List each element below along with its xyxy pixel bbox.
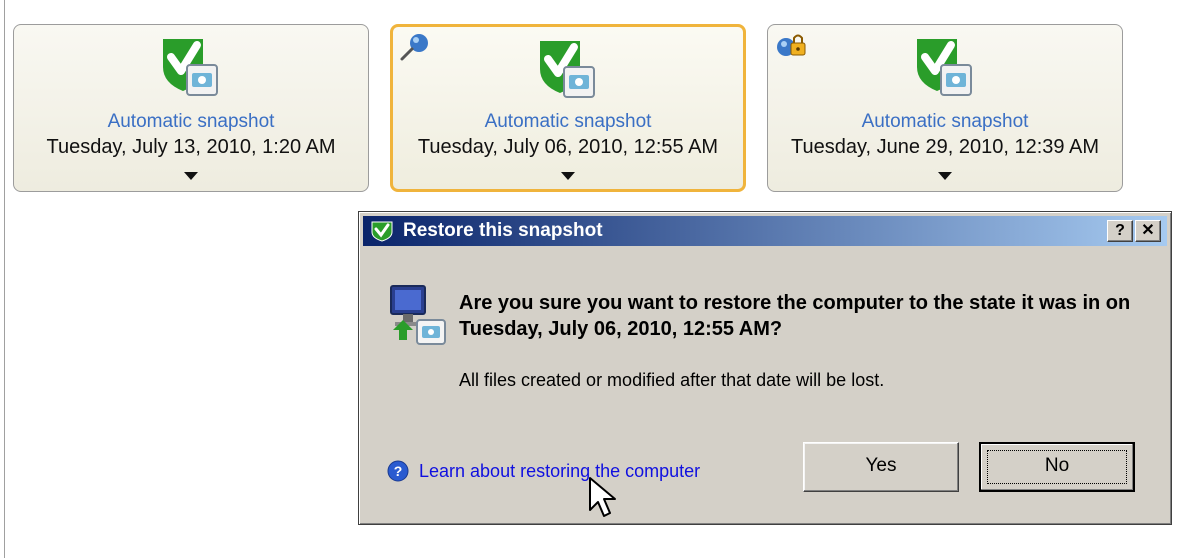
chevron-down-icon[interactable] [938,172,952,180]
snapshot-name: Automatic snapshot [107,111,275,132]
snapshot-card-2[interactable]: Automatic snapshot Tuesday, July 06, 201… [390,24,746,192]
locked-icon [777,34,806,56]
computer-restore-icon [390,285,446,345]
focus-rectangle [987,450,1127,484]
snapshot-name: Automatic snapshot [484,111,652,132]
snapshot-name: Automatic snapshot [861,111,1029,132]
yes-button[interactable]: Yes [803,442,959,492]
dialog-title: Restore this snapshot [403,220,603,241]
shield-check-icon [371,221,393,242]
no-button[interactable]: No [979,442,1135,492]
restore-dialog: Restore this snapshot ? ✕ Are you sure y… [358,211,1172,525]
learn-more-label: Learn about restoring the computer [419,460,701,481]
chevron-down-icon[interactable] [561,172,575,180]
snapshot-card-1[interactable]: Automatic snapshot Tuesday, July 13, 201… [13,24,369,192]
warning-text: All files created or modified after that… [459,370,885,390]
help-icon: ? [387,460,409,482]
pin-icon [400,34,428,61]
dialog-titlebar[interactable]: Restore this snapshot ? ✕ [363,216,1167,246]
snapshot-date: Tuesday, June 29, 2010, 12:39 AM [791,136,1099,158]
svg-text:?: ? [394,463,403,479]
shield-check-icon [540,41,595,98]
mouse-pointer-icon [589,477,616,517]
chevron-down-icon[interactable] [184,172,198,180]
snapshot-date: Tuesday, July 13, 2010, 1:20 AM [46,136,336,158]
learn-more-link[interactable]: ? Learn about restoring the computer [387,457,700,485]
help-button[interactable]: ? [1107,220,1133,242]
snapshot-card-3[interactable]: Automatic snapshot Tuesday, June 29, 201… [767,24,1123,192]
close-button[interactable]: ✕ [1135,220,1161,242]
shield-check-icon [163,39,218,96]
shield-check-icon [917,39,972,96]
snapshot-date: Tuesday, July 06, 2010, 12:55 AM [417,136,719,158]
confirm-question: Are you sure you want to restore the com… [459,292,1131,340]
